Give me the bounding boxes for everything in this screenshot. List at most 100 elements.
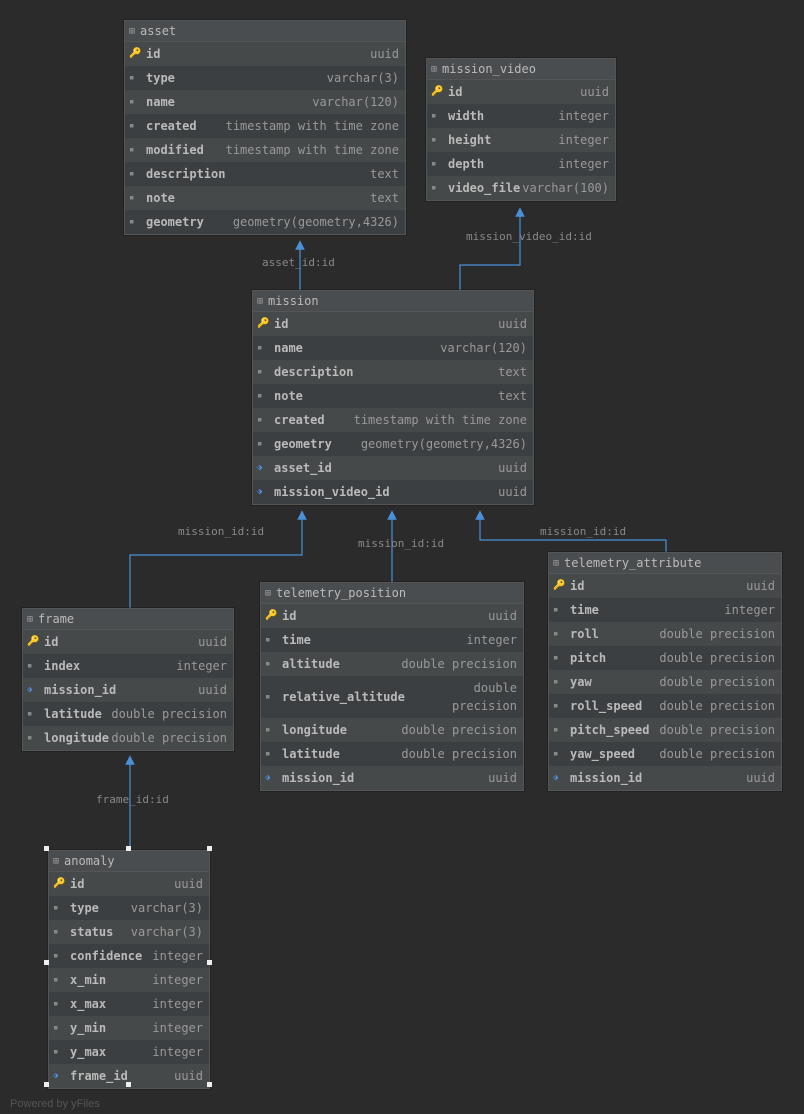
column-row[interactable]: ▪x_maxinteger [49, 992, 209, 1016]
column-row[interactable]: ⬗mission_iduuid [23, 678, 233, 702]
fk-icon: ⬗ [53, 1067, 67, 1085]
column-type: uuid [198, 633, 227, 651]
column-type: uuid [580, 83, 609, 101]
column-row[interactable]: ▪timeinteger [261, 628, 523, 652]
table-frame[interactable]: ⊞frame🔑iduuid▪indexinteger⬗mission_iduui… [22, 608, 234, 751]
column-name: x_min [70, 971, 106, 989]
column-row[interactable]: ⬗asset_iduuid [253, 456, 533, 480]
table-anomaly[interactable]: ⊞anomaly🔑iduuid▪typevarchar(3)▪statusvar… [48, 850, 210, 1089]
table-name: frame [38, 612, 74, 626]
table-asset[interactable]: ⊞asset🔑iduuid▪typevarchar(3)▪namevarchar… [124, 20, 406, 235]
column-name: index [44, 657, 80, 675]
column-row[interactable]: 🔑iduuid [23, 630, 233, 654]
column-row[interactable]: ▪statusvarchar(3) [49, 920, 209, 944]
table-name: anomaly [64, 854, 115, 868]
column-row[interactable]: ▪longitudedouble precision [261, 718, 523, 742]
column-row[interactable]: ▪depthinteger [427, 152, 615, 176]
column-row[interactable]: ▪latitudedouble precision [261, 742, 523, 766]
table-header[interactable]: ⊞telemetry_position [261, 583, 523, 604]
column-type: double precision [405, 679, 517, 715]
column-row[interactable]: ⬗mission_iduuid [549, 766, 781, 790]
table-telemetry-attribute[interactable]: ⊞telemetry_attribute🔑iduuid ▪ time integer ▪… [548, 552, 782, 791]
selection-handle[interactable] [44, 960, 49, 965]
column-row[interactable]: 🔑iduuid [261, 604, 523, 628]
table-name: telemetry_attribute [564, 556, 701, 570]
table-header[interactable]: ⊞telemetry_attribute [549, 553, 781, 574]
column-row[interactable]: ▪yawdouble precision [549, 670, 781, 694]
column-row[interactable]: ▪timeinteger [549, 598, 781, 622]
column-row[interactable]: ▪indexinteger [23, 654, 233, 678]
column-name: roll [570, 625, 599, 643]
column-row[interactable]: ⬗mission_iduuid [261, 766, 523, 790]
selection-handle[interactable] [126, 846, 131, 851]
fk-icon: ⬗ [257, 483, 271, 501]
selection-handle[interactable] [207, 846, 212, 851]
column-row[interactable]: ▪createdtimestamp with time zone [253, 408, 533, 432]
selection-handle[interactable] [44, 846, 49, 851]
table-header[interactable]: ⊞asset [125, 21, 405, 42]
column-row[interactable]: ▪latitudedouble precision [23, 702, 233, 726]
column-row[interactable]: ▪geometrygeometry(geometry,4326) [125, 210, 405, 234]
table-header[interactable]: ⊞mission_video [427, 59, 615, 80]
column-row[interactable]: ▪descriptiontext [253, 360, 533, 384]
column-row[interactable]: 🔑iduuid [427, 80, 615, 104]
column-row[interactable]: ▪yaw_speeddouble precision [549, 742, 781, 766]
column-name: modified [146, 141, 204, 159]
selection-handle[interactable] [207, 960, 212, 965]
column-type: text [498, 387, 527, 405]
column-row[interactable]: ▪x_mininteger [49, 968, 209, 992]
column-type: double precision [401, 721, 517, 739]
column-icon: ▪ [129, 141, 143, 159]
column-row[interactable]: ▪pitchdouble precision [549, 646, 781, 670]
column-row[interactable]: ▪rolldouble precision [549, 622, 781, 646]
column-name: time [570, 601, 599, 619]
column-icon: ▪ [53, 947, 67, 965]
table-header[interactable]: ⊞mission [253, 291, 533, 312]
column-row[interactable]: ▪namevarchar(120) [125, 90, 405, 114]
selection-handle[interactable] [126, 1082, 131, 1087]
table-mission-video[interactable]: ⊞mission_video🔑iduuid▪widthinteger▪heigh… [426, 58, 616, 201]
column-row[interactable]: ▪notetext [125, 186, 405, 210]
powered-by-label: Powered by yFiles [10, 1098, 100, 1110]
column-name: confidence [70, 947, 142, 965]
column-row[interactable]: ▪heightinteger [427, 128, 615, 152]
column-row[interactable]: ▪confidenceinteger [49, 944, 209, 968]
column-row[interactable]: ▪createdtimestamp with time zone [125, 114, 405, 138]
column-row[interactable]: ⬗mission_video_iduuid [253, 480, 533, 504]
column-row[interactable]: ▪roll_speeddouble precision [549, 694, 781, 718]
table-mission[interactable]: ⊞mission🔑iduuid▪namevarchar(120)▪descrip… [252, 290, 534, 505]
column-name: altitude [282, 655, 340, 673]
selection-handle[interactable] [44, 1082, 49, 1087]
edge-label: mission_id:id [178, 525, 264, 538]
column-row[interactable]: ▪typevarchar(3) [125, 66, 405, 90]
column-row[interactable]: ▪y_maxinteger [49, 1040, 209, 1064]
column-row[interactable]: ▪longitudedouble precision [23, 726, 233, 750]
column-icon: ▪ [431, 131, 445, 149]
column-row[interactable]: ▪pitch_speeddouble precision [549, 718, 781, 742]
column-row[interactable]: ▪namevarchar(120) [253, 336, 533, 360]
column-row[interactable]: 🔑iduuid [125, 42, 405, 66]
column-row[interactable]: 🔑iduuid [253, 312, 533, 336]
column-row[interactable]: ▪widthinteger [427, 104, 615, 128]
column-row[interactable]: 🔑iduuid [549, 574, 781, 598]
column-row[interactable]: ▪relative_altitudedouble precision [261, 676, 523, 718]
column-icon: ▪ [257, 339, 271, 357]
column-row[interactable]: ▪typevarchar(3) [49, 896, 209, 920]
column-row[interactable]: ▪geometrygeometry(geometry,4326) [253, 432, 533, 456]
table-telemetry-position[interactable]: ⊞telemetry_position🔑iduuid▪timeinteger▪a… [260, 582, 524, 791]
selection-handle[interactable] [207, 1082, 212, 1087]
column-icon: ▪ [553, 745, 567, 763]
column-type: double precision [659, 649, 775, 667]
table-header[interactable]: ⊞frame [23, 609, 233, 630]
column-row[interactable]: ▪altitudedouble precision [261, 652, 523, 676]
column-row[interactable]: ▪modifiedtimestamp with time zone [125, 138, 405, 162]
column-row[interactable]: 🔑iduuid [49, 872, 209, 896]
column-row[interactable]: ▪descriptiontext [125, 162, 405, 186]
column-row[interactable]: ▪notetext [253, 384, 533, 408]
column-type: integer [724, 601, 775, 619]
column-row[interactable]: ▪y_mininteger [49, 1016, 209, 1040]
column-name: pitch [570, 649, 606, 667]
fk-icon: ⬗ [257, 459, 271, 477]
column-row[interactable]: ▪video_filevarchar(100) [427, 176, 615, 200]
table-header[interactable]: ⊞anomaly [49, 851, 209, 872]
